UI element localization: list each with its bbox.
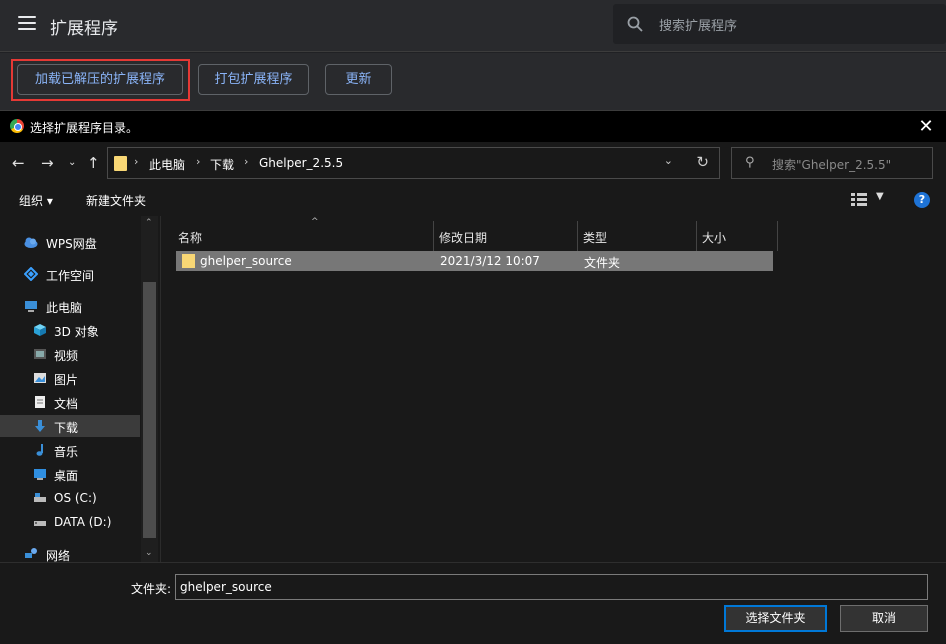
- nav-item-label: WPS网盘: [46, 237, 97, 251]
- cloud-icon: [24, 237, 38, 248]
- nav-item-label: 工作空间: [46, 269, 95, 283]
- search-placeholder: 搜索扩展程序: [659, 19, 738, 34]
- document-icon: [35, 396, 45, 408]
- scroll-up-icon[interactable]: ⌃: [145, 218, 153, 228]
- network-icon: [25, 548, 37, 558]
- address-bar[interactable]: › 此电脑 › 下载 › Ghelper_2.5.5 ⌄ ↻: [107, 147, 720, 179]
- nav-item-pictures[interactable]: 图片: [0, 367, 140, 389]
- nav-item-label: OS (C:): [54, 491, 97, 505]
- menu-icon[interactable]: [18, 16, 36, 32]
- nav-scrollbar[interactable]: ⌃ ⌄: [141, 216, 158, 562]
- view-options-icon[interactable]: [851, 193, 867, 206]
- extensions-header: 扩展程序 搜索扩展程序: [0, 0, 946, 52]
- extensions-toolbar: 加载已解压的扩展程序 打包扩展程序 更新: [0, 53, 946, 111]
- video-icon: [34, 349, 46, 359]
- folder-name-label: 文件夹:: [131, 582, 172, 596]
- nav-item-label: 下载: [54, 421, 79, 435]
- music-icon: [36, 444, 43, 456]
- folder-search-placeholder: 搜索"Ghelper_2.5.5": [772, 158, 892, 172]
- desktop-icon: [34, 469, 46, 480]
- column-header-name[interactable]: ^ 名称: [173, 217, 434, 251]
- nav-item-wps-cloud[interactable]: WPS网盘: [0, 231, 140, 253]
- column-header-modified[interactable]: 修改日期: [434, 221, 578, 251]
- search-icon: [627, 16, 643, 32]
- nav-item-label: 音乐: [54, 445, 79, 459]
- breadcrumb-downloads[interactable]: 下载: [210, 156, 234, 173]
- nav-item-3d-objects[interactable]: 3D 对象: [0, 319, 140, 341]
- file-name: ghelper_source: [200, 254, 292, 268]
- nav-item-downloads[interactable]: 下载: [0, 415, 140, 437]
- nav-item-label: 3D 对象: [54, 325, 99, 339]
- chrome-icon: [10, 119, 24, 133]
- drive-icon: [34, 493, 46, 502]
- dialog-footer: 文件夹: 选择文件夹 取消: [0, 562, 946, 644]
- nav-item-drive-c[interactable]: OS (C:): [0, 487, 140, 509]
- dialog-titlebar: 选择扩展程序目录。 ✕: [0, 111, 946, 142]
- nav-item-this-pc[interactable]: 此电脑: [0, 295, 140, 317]
- load-unpacked-button[interactable]: 加载已解压的扩展程序: [17, 64, 183, 95]
- file-modified: 2021/3/12 10:07: [440, 254, 540, 268]
- nav-item-videos[interactable]: 视频: [0, 343, 140, 365]
- up-arrow-icon[interactable]: ↑: [87, 154, 100, 172]
- command-bar: 组织 ▾ 新建文件夹 ▼ ?: [0, 184, 946, 216]
- picture-icon: [34, 373, 46, 383]
- dialog-title: 选择扩展程序目录。: [30, 121, 139, 135]
- folder-icon: [114, 156, 127, 171]
- folder-name-field[interactable]: [175, 574, 928, 600]
- extensions-search-input[interactable]: 搜索扩展程序: [613, 4, 946, 44]
- select-folder-button[interactable]: 选择文件夹: [724, 605, 827, 632]
- organize-menu[interactable]: 组织 ▾: [19, 192, 53, 209]
- nav-item-label: 此电脑: [46, 301, 83, 315]
- breadcrumb-separator-icon: ›: [244, 155, 249, 168]
- nav-item-label: 图片: [54, 373, 79, 387]
- column-header-size[interactable]: 大小: [697, 221, 778, 251]
- table-row[interactable]: ghelper_source 2021/3/12 10:07 文件夹: [176, 251, 773, 271]
- recent-chevron-down-icon[interactable]: ⌄: [68, 157, 76, 168]
- scroll-thumb[interactable]: [143, 282, 156, 538]
- nav-item-label: 桌面: [54, 469, 79, 483]
- column-header-type[interactable]: 类型: [578, 221, 697, 251]
- help-icon[interactable]: ?: [914, 192, 930, 208]
- breadcrumb-separator-icon: ›: [134, 155, 139, 168]
- view-dropdown-icon[interactable]: ▼: [876, 191, 884, 202]
- workspace-icon: [24, 267, 38, 281]
- file-type: 文件夹: [584, 256, 621, 270]
- nav-item-drive-d[interactable]: DATA (D:): [0, 511, 140, 533]
- nav-item-label: 视频: [54, 349, 79, 363]
- folder-search-input[interactable]: ⚲ 搜索"Ghelper_2.5.5": [731, 147, 933, 179]
- update-button[interactable]: 更新: [325, 64, 392, 95]
- nav-item-workspace[interactable]: 工作空间: [0, 263, 140, 285]
- nav-item-label: DATA (D:): [54, 515, 112, 529]
- forward-arrow-icon[interactable]: →: [41, 154, 54, 172]
- sort-ascending-icon: ^: [311, 217, 319, 227]
- breadcrumb-this-pc[interactable]: 此电脑: [149, 156, 185, 173]
- pack-extension-button[interactable]: 打包扩展程序: [198, 64, 309, 95]
- breadcrumb-ghelper[interactable]: Ghelper_2.5.5: [259, 156, 343, 170]
- nav-item-desktop[interactable]: 桌面: [0, 463, 140, 485]
- file-list: ^ 名称 修改日期 类型 大小 ghelper_source 2021/3/12…: [160, 216, 946, 562]
- navigation-pane: WPS网盘 工作空间 此电脑 3D 对象 视频 图片 文档 下载 音乐 桌面 O…: [0, 216, 158, 563]
- search-icon: ⚲: [745, 155, 755, 170]
- page-title: 扩展程序: [50, 19, 118, 39]
- close-icon[interactable]: ✕: [916, 116, 936, 137]
- address-row: ← → ⌄ ↑ › 此电脑 › 下载 › Ghelper_2.5.5 ⌄ ↻ ⚲…: [0, 142, 946, 184]
- download-icon: [35, 420, 45, 432]
- nav-item-documents[interactable]: 文档: [0, 391, 140, 413]
- nav-item-label: 文档: [54, 397, 79, 411]
- breadcrumb-separator-icon: ›: [196, 155, 201, 168]
- nav-item-music[interactable]: 音乐: [0, 439, 140, 461]
- folder-icon: [182, 254, 195, 268]
- cube-icon: [34, 324, 46, 336]
- folder-picker-dialog: 选择扩展程序目录。 ✕ ← → ⌄ ↑ › 此电脑 › 下载 › Ghelper…: [0, 111, 946, 644]
- new-folder-button[interactable]: 新建文件夹: [86, 192, 146, 209]
- cancel-button[interactable]: 取消: [840, 605, 928, 632]
- address-dropdown-icon[interactable]: ⌄: [664, 154, 673, 167]
- refresh-icon[interactable]: ↻: [696, 153, 709, 171]
- drive-icon: [34, 521, 46, 526]
- back-arrow-icon[interactable]: ←: [12, 154, 25, 172]
- computer-icon: [25, 301, 37, 312]
- scroll-down-icon[interactable]: ⌄: [145, 548, 153, 558]
